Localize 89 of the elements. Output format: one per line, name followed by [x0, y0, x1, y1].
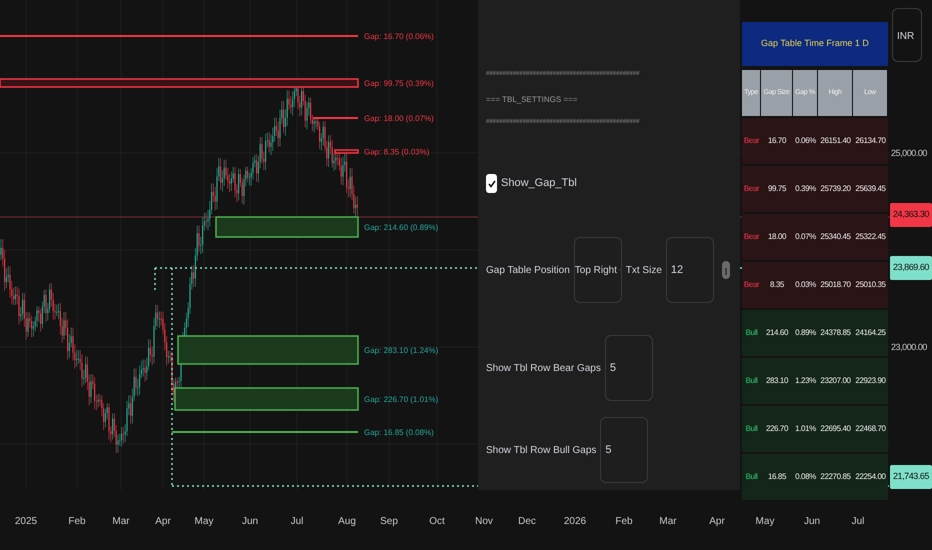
table-cell-text: 1.01% [794, 423, 817, 435]
time-label: Feb [614, 515, 634, 529]
checkbox[interactable] [486, 174, 497, 193]
table-cell-text: 22695.40 [819, 423, 852, 435]
time-label: Feb [67, 515, 87, 529]
table-cell-text: Bear [742, 135, 760, 147]
table-cell-text: 0.07% [794, 231, 817, 243]
time-label: Sep [379, 515, 399, 529]
gap-label: Gap: 283.10 (1.24%) [364, 346, 438, 355]
gap-label: Gap: 226.70 (1.01%) [364, 395, 438, 404]
table-cell-text: 22923.90 [854, 375, 887, 387]
table-cell-text: 16.85 [766, 471, 788, 483]
table-cell-text: 226.70 [764, 423, 790, 435]
table-title: Gap Table Time Frame 1 D [742, 22, 888, 66]
table-cell-text: 0.89% [794, 327, 817, 339]
time-label: Apr [708, 515, 726, 529]
table-cell-text: 0.39% [794, 183, 817, 195]
table-cell-text: Bull [744, 375, 758, 387]
gap-label: Gap: 99.75 (0.39%) [364, 79, 434, 88]
table-cell-text: 1.23% [794, 375, 817, 387]
table-cell-text: 0.06% [794, 135, 817, 147]
table-cell-text: 22270.85 [819, 471, 852, 483]
price-badge: 21,743.65 [890, 465, 932, 489]
table-cell-text: 24164.25 [854, 327, 887, 339]
checkmark-icon [488, 180, 496, 188]
gap-label: Gap: 18.00 (0.07%) [364, 114, 434, 123]
table-cell-text: 214.60 [764, 327, 790, 339]
gap-label: Gap: 16.70 (0.06%) [364, 32, 434, 41]
field-label: Show Tbl Row Bear Gaps [486, 362, 601, 376]
time-label: 2025 [14, 515, 38, 529]
info-icon[interactable] [722, 261, 730, 279]
table-cell-text: 25010.35 [854, 279, 887, 291]
price-label: 23,000.00 [891, 341, 927, 354]
table-cell-text: Bull [744, 471, 758, 483]
table-cell-text: 25018.70 [819, 279, 852, 291]
bear-rows-field[interactable]: 5 [604, 335, 653, 401]
table-cell-text: 283.10 [764, 375, 790, 387]
gap-line [313, 117, 358, 119]
price-label: 25,000.00 [891, 147, 927, 160]
checkbox-label: Show_Gap_Tbl [501, 176, 577, 192]
table-cell-text: 18.00 [766, 231, 788, 243]
table-cell-text: 26134.70 [854, 135, 887, 147]
text-size-field[interactable]: 12 [666, 237, 714, 303]
table-cell-text: Bull [744, 327, 758, 339]
table-cell-text: 25322.45 [854, 231, 887, 243]
table-cell-text: 8.35 [769, 279, 785, 291]
table-cell-text: 16.70 [766, 135, 788, 147]
table-cell-text: 25739.20 [819, 183, 852, 195]
table-cell-text: 22254.00 [854, 471, 887, 483]
gap-label: Gap: 8.35 (0.03%) [364, 148, 430, 156]
price-badge: 24,363.30 [890, 203, 932, 227]
table-cell-text: 22468.70 [854, 423, 887, 435]
time-label: 2026 [563, 515, 587, 529]
field-label: Gap Table Position [486, 264, 570, 278]
table-cell-text: Bear [742, 183, 760, 195]
section-title: === TBL_SETTINGS === [486, 94, 578, 106]
time-label: Aug [337, 515, 357, 529]
table-cell-text: 99.75 [766, 183, 788, 195]
time-label: Jun [240, 515, 260, 529]
price-badge: 23,869.60 [890, 256, 932, 280]
gap-label: Gap: 214.60 (0.89%) [364, 223, 438, 232]
table-cell-text: 25639.45 [854, 183, 887, 195]
time-label: Jul [290, 515, 304, 529]
position-select[interactable]: Top Right [574, 237, 622, 303]
field-label: Txt Size [626, 264, 662, 278]
time-label: Jul [850, 515, 866, 529]
time-label: Apr [154, 515, 172, 529]
time-label: Mar [658, 515, 678, 529]
bull-rows-field[interactable]: 5 [600, 417, 648, 483]
time-label: Mar [111, 515, 131, 529]
time-label: Oct [428, 515, 446, 529]
time-label: Jun [802, 515, 822, 529]
table-cell-text: Bear [742, 279, 760, 291]
time-label: May [194, 515, 214, 529]
field-label: Show Tbl Row Bull Gaps [486, 444, 596, 458]
time-label: May [754, 515, 776, 529]
table-cell-text: 23207.00 [819, 375, 852, 387]
table-cell-text: 0.03% [794, 279, 817, 291]
table-cell-text: 25340.45 [819, 231, 852, 243]
currency-button[interactable]: INR [892, 8, 922, 62]
table-cell-text: 26151.40 [819, 135, 852, 147]
table-cell-text: Bear [742, 231, 760, 243]
gap-label: Gap: 16.85 (0.08%) [364, 428, 434, 437]
time-label: Nov [474, 515, 494, 529]
table-cell-text: 0.08% [794, 471, 817, 483]
gap-zone [334, 149, 359, 154]
time-label: Dec [517, 515, 537, 529]
table-cell-text: Bull [744, 423, 758, 435]
table-cell-text: 24378.85 [819, 327, 852, 339]
